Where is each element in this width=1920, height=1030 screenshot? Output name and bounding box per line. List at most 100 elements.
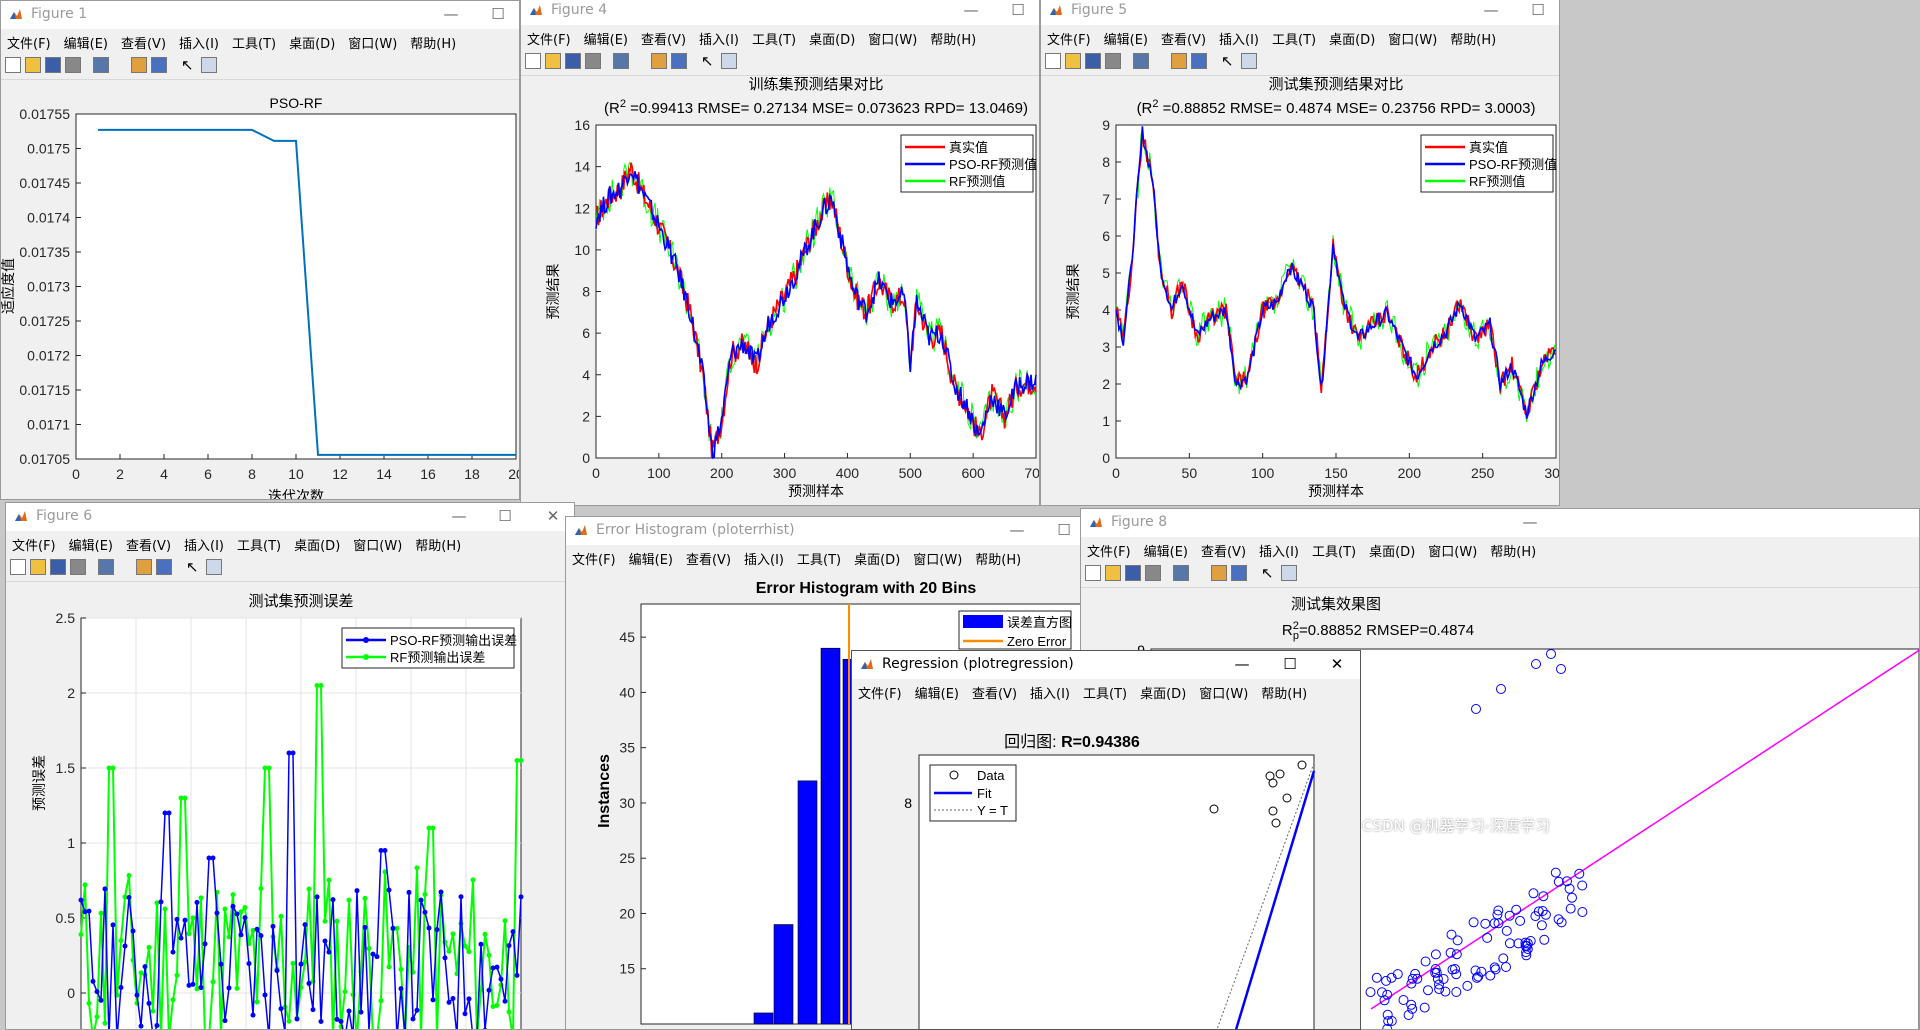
open-icon[interactable]	[1065, 53, 1081, 69]
menu-item-6[interactable]: 窗口(W)	[342, 29, 404, 52]
pointer-icon[interactable]: ↖	[701, 53, 717, 69]
open-icon[interactable]	[30, 559, 46, 575]
menu-item-7[interactable]: 帮助(H)	[1255, 679, 1314, 702]
menu-item-2[interactable]: 查看(V)	[120, 531, 178, 554]
menu-item-6[interactable]: 窗口(W)	[862, 25, 924, 48]
menu-item-5[interactable]: 桌面(D)	[1323, 25, 1382, 48]
legend-icon[interactable]	[1231, 565, 1247, 581]
new-icon[interactable]	[1045, 53, 1061, 69]
menu-item-7[interactable]: 帮助(H)	[1444, 25, 1503, 48]
property-icon[interactable]	[206, 559, 222, 575]
close-button[interactable]: ✕	[1324, 653, 1350, 675]
menu-item-0[interactable]: 文件(F)	[6, 531, 63, 554]
open-icon[interactable]	[1105, 565, 1121, 581]
menu-item-6[interactable]: 窗口(W)	[1193, 679, 1255, 702]
menu-item-1[interactable]: 编辑(E)	[578, 25, 635, 48]
menu-item-3[interactable]: 插入(I)	[1253, 537, 1306, 560]
new-icon[interactable]	[525, 53, 541, 69]
title-bar[interactable]: Figure 8 —	[1081, 509, 1919, 537]
menu-item-4[interactable]: 工具(T)	[231, 531, 288, 554]
legend-icon[interactable]	[1191, 53, 1207, 69]
pointer-icon[interactable]: ↖	[186, 559, 202, 575]
menu-item-1[interactable]: 编辑(E)	[1138, 537, 1195, 560]
link-icon[interactable]	[1173, 565, 1189, 581]
menu-item-6[interactable]: 窗口(W)	[1422, 537, 1484, 560]
menu-item-5[interactable]: 桌面(D)	[1363, 537, 1422, 560]
open-icon[interactable]	[545, 53, 561, 69]
menu-item-3[interactable]: 插入(I)	[1024, 679, 1077, 702]
menu-item-0[interactable]: 文件(F)	[566, 545, 623, 568]
menu-item-7[interactable]: 帮助(H)	[1484, 537, 1543, 560]
menu-item-5[interactable]: 桌面(D)	[283, 29, 342, 52]
title-bar[interactable]: Figure 1 — ☐	[1, 1, 519, 29]
pointer-icon[interactable]: ↖	[181, 57, 197, 73]
print-icon[interactable]	[65, 57, 81, 73]
menu-item-6[interactable]: 窗口(W)	[907, 545, 969, 568]
maximize-button[interactable]: ☐	[1525, 0, 1551, 21]
save-icon[interactable]	[50, 559, 66, 575]
menu-item-2[interactable]: 查看(V)	[635, 25, 693, 48]
menu-item-1[interactable]: 编辑(E)	[58, 29, 115, 52]
menu-item-5[interactable]: 桌面(D)	[848, 545, 907, 568]
minimize-button[interactable]: —	[1229, 653, 1255, 675]
save-icon[interactable]	[565, 53, 581, 69]
close-button[interactable]: ✕	[540, 505, 566, 527]
menu-item-3[interactable]: 插入(I)	[178, 531, 231, 554]
menu-item-2[interactable]: 查看(V)	[1155, 25, 1213, 48]
menu-item-4[interactable]: 工具(T)	[1306, 537, 1363, 560]
minimize-button[interactable]: —	[438, 3, 464, 25]
minimize-button[interactable]: —	[446, 505, 472, 527]
menu-item-1[interactable]: 编辑(E)	[623, 545, 680, 568]
menu-item-7[interactable]: 帮助(H)	[404, 29, 463, 52]
menu-item-3[interactable]: 插入(I)	[693, 25, 746, 48]
menu-item-2[interactable]: 查看(V)	[1195, 537, 1253, 560]
print-icon[interactable]	[585, 53, 601, 69]
title-bar[interactable]: Figure 6 — ☐ ✕	[6, 503, 574, 531]
pointer-icon[interactable]: ↖	[1221, 53, 1237, 69]
colorbar-icon[interactable]	[1211, 565, 1227, 581]
title-bar[interactable]: Figure 4 — ☐	[521, 0, 1039, 25]
menu-item-1[interactable]: 编辑(E)	[63, 531, 120, 554]
menu-item-5[interactable]: 桌面(D)	[803, 25, 862, 48]
property-icon[interactable]	[721, 53, 737, 69]
menu-item-0[interactable]: 文件(F)	[521, 25, 578, 48]
menu-item-7[interactable]: 帮助(H)	[969, 545, 1028, 568]
menu-item-2[interactable]: 查看(V)	[115, 29, 173, 52]
menu-item-0[interactable]: 文件(F)	[1081, 537, 1138, 560]
menu-item-0[interactable]: 文件(F)	[1041, 25, 1098, 48]
menu-item-0[interactable]: 文件(F)	[852, 679, 909, 702]
colorbar-icon[interactable]	[131, 57, 147, 73]
figure-6-window[interactable]: Figure 6 — ☐ ✕ 文件(F) 编辑(E) 查看(V) 插入(I) 工具(T)…	[5, 502, 575, 1030]
legend-icon[interactable]	[151, 57, 167, 73]
menu-item-5[interactable]: 桌面(D)	[1134, 679, 1193, 702]
link-icon[interactable]	[93, 57, 109, 73]
figure-4-window[interactable]: Figure 4 — ☐ 文件(F) 编辑(E) 查看(V) 插入(I) 工具(T) 桌面…	[520, 0, 1040, 506]
legend-icon[interactable]	[156, 559, 172, 575]
pointer-icon[interactable]: ↖	[1261, 565, 1277, 581]
menu-item-2[interactable]: 查看(V)	[680, 545, 738, 568]
figure-5-window[interactable]: Figure 5 — ☐ 文件(F) 编辑(E) 查看(V) 插入(I) 工具(T) 桌面…	[1040, 0, 1560, 506]
minimize-button[interactable]: —	[958, 0, 984, 21]
menu-item-4[interactable]: 工具(T)	[1266, 25, 1323, 48]
menu-item-2[interactable]: 查看(V)	[966, 679, 1024, 702]
title-bar[interactable]: Error Histogram (ploterrhist) — ☐	[566, 517, 1084, 545]
menu-item-7[interactable]: 帮助(H)	[409, 531, 468, 554]
save-icon[interactable]	[1085, 53, 1101, 69]
menu-item-6[interactable]: 窗口(W)	[347, 531, 409, 554]
figure-1-window[interactable]: Figure 1 — ☐ 文件(F) 编辑(E) 查看(V) 插入(I) 工具(T) 桌面…	[0, 0, 520, 500]
menu-item-5[interactable]: 桌面(D)	[288, 531, 347, 554]
link-icon[interactable]	[613, 53, 629, 69]
menu-item-4[interactable]: 工具(T)	[746, 25, 803, 48]
menu-item-1[interactable]: 编辑(E)	[909, 679, 966, 702]
save-icon[interactable]	[1125, 565, 1141, 581]
menu-item-4[interactable]: 工具(T)	[1077, 679, 1134, 702]
new-icon[interactable]	[10, 559, 26, 575]
minimize-button[interactable]: —	[1004, 519, 1030, 541]
link-icon[interactable]	[98, 559, 114, 575]
maximize-button[interactable]: ☐	[492, 505, 518, 527]
menu-item-3[interactable]: 插入(I)	[173, 29, 226, 52]
new-icon[interactable]	[5, 57, 21, 73]
title-bar[interactable]: Regression (plotregression) — ☐ ✕	[852, 651, 1360, 679]
colorbar-icon[interactable]	[1171, 53, 1187, 69]
minimize-button[interactable]: —	[1478, 0, 1504, 21]
